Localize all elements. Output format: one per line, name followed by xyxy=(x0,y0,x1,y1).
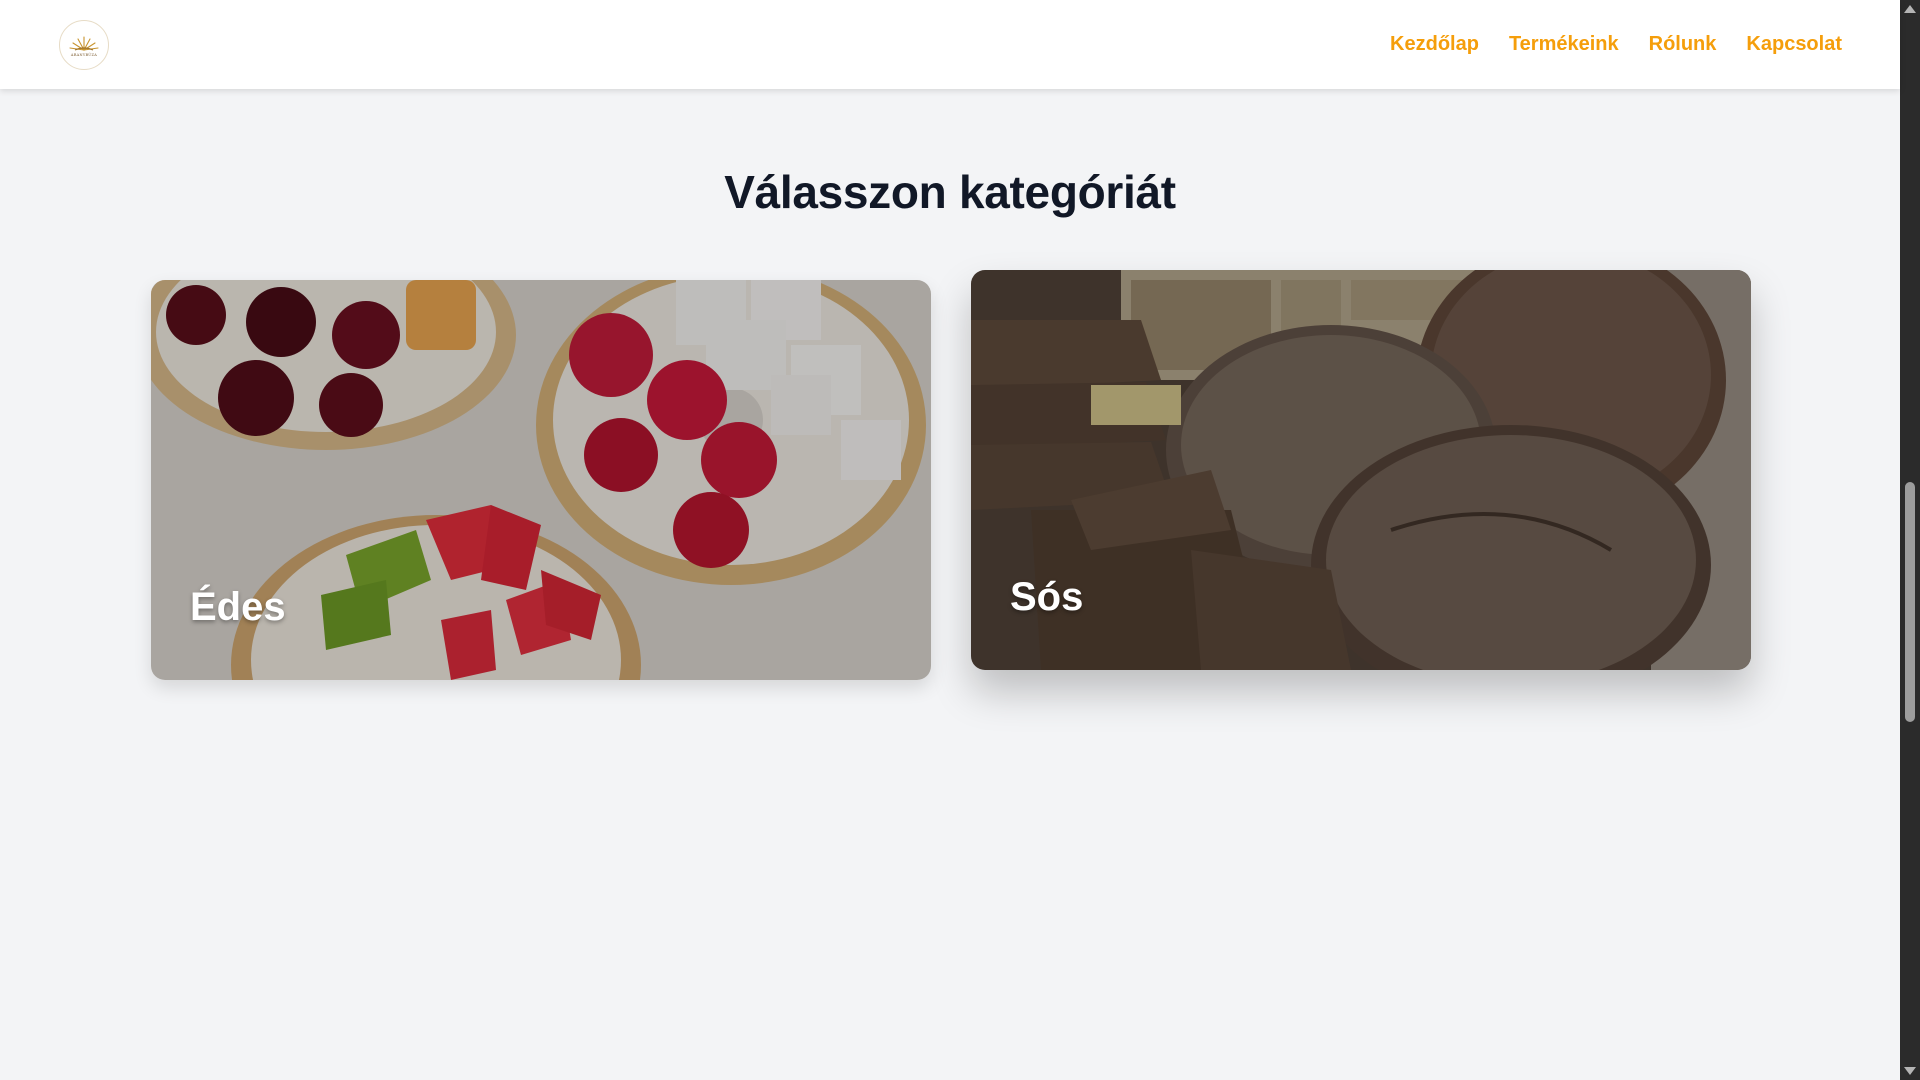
vertical-scrollbar[interactable] xyxy=(1900,0,1920,1080)
scrollbar-thumb[interactable] xyxy=(1905,482,1915,722)
page-title: Válasszon kategóriát xyxy=(724,166,1176,218)
nav-link-contact[interactable]: Kapcsolat xyxy=(1746,33,1842,56)
category-label-sweet: Édes xyxy=(190,585,286,629)
sunburst-logo-icon xyxy=(69,35,99,51)
nav-link-products[interactable]: Termékeink xyxy=(1509,33,1619,56)
page: ARANYBÚZA Kezdőlap Termékeink Rólunk Kap… xyxy=(0,0,1900,1080)
nav-link-about[interactable]: Rólunk xyxy=(1649,33,1717,56)
scroll-down-icon[interactable] xyxy=(1904,1067,1916,1075)
main-nav: Kezdőlap Termékeink Rólunk Kapcsolat xyxy=(1390,0,1842,89)
logo-text: ARANYBÚZA xyxy=(70,52,98,57)
logo[interactable]: ARANYBÚZA xyxy=(59,20,109,70)
site-header: ARANYBÚZA Kezdőlap Termékeink Rólunk Kap… xyxy=(0,0,1900,89)
scroll-up-icon[interactable] xyxy=(1904,5,1916,13)
card-shade xyxy=(971,270,1751,670)
nav-link-home[interactable]: Kezdőlap xyxy=(1390,33,1479,56)
category-card-sweet[interactable]: Édes xyxy=(151,280,931,680)
category-label-salty: Sós xyxy=(1010,575,1084,619)
category-card-salty[interactable]: Sós xyxy=(971,270,1751,670)
